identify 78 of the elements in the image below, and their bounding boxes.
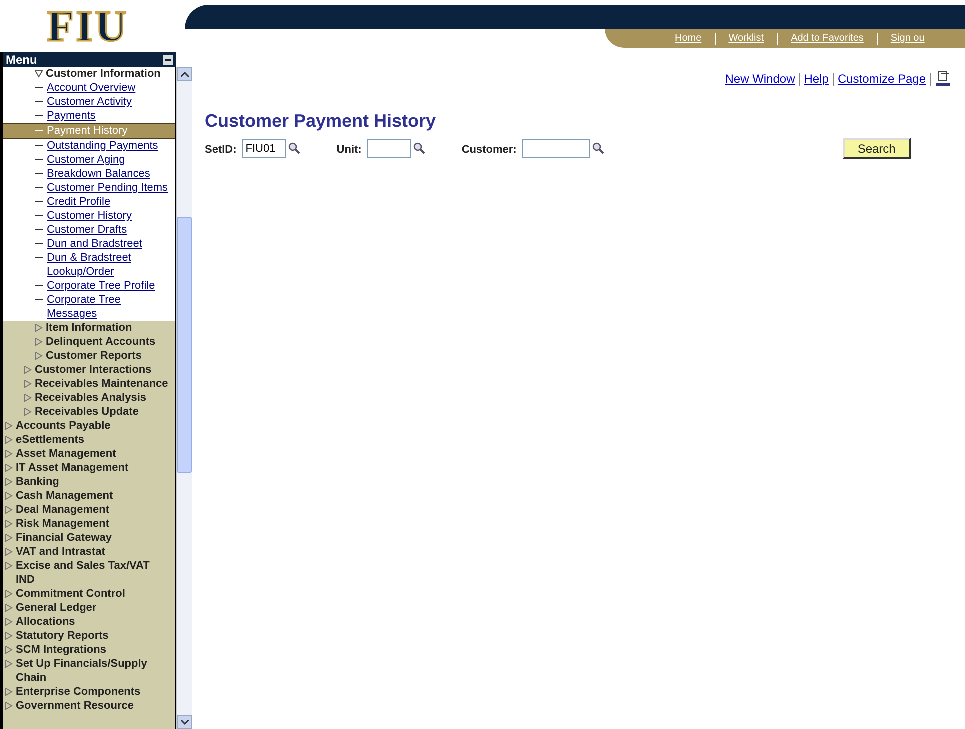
menu-folder[interactable]: Banking (16, 475, 60, 489)
dash-icon (35, 173, 43, 175)
search-icon[interactable] (592, 142, 605, 155)
scrollbar-thumb[interactable] (177, 216, 192, 472)
menu-folder[interactable]: Deal Management (16, 503, 110, 517)
search-button[interactable]: Search (842, 138, 911, 159)
menu-link[interactable]: Customer Activity (47, 95, 132, 109)
menu-link[interactable]: Customer Pending Items (47, 181, 168, 195)
menu-link[interactable]: Dun and Bradstreet (47, 237, 142, 251)
menu-folder[interactable]: Asset Management (16, 447, 116, 461)
collapse-icon[interactable] (163, 54, 173, 64)
logo: FIU (47, 5, 129, 49)
menu-folder[interactable]: General Ledger (16, 601, 97, 615)
menu-link[interactable]: Dun & Bradstreet Lookup/Order (47, 251, 169, 279)
dash-icon (35, 229, 43, 231)
http-link-icon[interactable] (935, 71, 951, 87)
menu-folder[interactable]: Statutory Reports (16, 629, 109, 643)
menu-folder[interactable]: Receivables Maintenance (35, 377, 168, 391)
menu-folder[interactable]: Customer Information (46, 67, 161, 81)
menu-folder[interactable]: IT Asset Management (16, 461, 129, 475)
menu-folder[interactable]: Cash Management (16, 489, 114, 503)
menu-title: Menu (6, 52, 38, 66)
menu-folder[interactable]: Item Information (46, 321, 132, 335)
menu-link[interactable]: Customer Aging (47, 153, 126, 167)
search-icon[interactable] (412, 142, 426, 155)
field-label: Unit: (336, 143, 362, 158)
menu-folder[interactable]: Risk Management (16, 517, 110, 531)
menu-link[interactable]: Customer Drafts (47, 223, 128, 237)
dash-icon (35, 215, 43, 217)
dash-icon (35, 243, 43, 245)
field-label: Customer: (462, 143, 517, 158)
menu-folder[interactable]: Excise and Sales Tax/VAT IND (16, 559, 171, 587)
dash-icon (35, 187, 43, 189)
text-field[interactable] (366, 139, 411, 158)
menu-folder[interactable]: eSettlements (16, 433, 84, 447)
menu-folder[interactable]: Delinquent Accounts (46, 335, 156, 349)
menu-folder[interactable]: Government Resource (16, 699, 134, 713)
menu-folder[interactable]: Accounts Payable (16, 419, 111, 433)
scroll-down-icon[interactable] (177, 715, 192, 729)
field-label: SetID: (205, 143, 237, 158)
text-field[interactable]: FIU01 (242, 139, 286, 158)
menu-link[interactable]: Breakdown Balances (47, 167, 150, 181)
page-link[interactable]: Help (804, 70, 829, 88)
scroll-up-icon[interactable] (177, 67, 192, 81)
menu-link[interactable]: Corporate Tree Profile (47, 279, 156, 293)
search-icon[interactable] (288, 142, 301, 155)
menu-link[interactable]: Outstanding Payments (47, 139, 158, 153)
page-link[interactable]: New Window (725, 70, 796, 88)
menu-folder[interactable]: Set Up Financials/Supply Chain (16, 657, 171, 685)
menu-folder[interactable]: Receivables Update (35, 405, 139, 419)
menu-folder[interactable]: VAT and Intrastat (16, 545, 106, 559)
menu-folder[interactable]: Customer Interactions (35, 363, 152, 377)
page-title: Customer Payment History (205, 110, 438, 132)
menu-folder[interactable]: Commitment Control (16, 587, 126, 601)
menu-folder[interactable]: Enterprise Components (16, 685, 141, 699)
menu-link[interactable]: Credit Profile (47, 195, 111, 209)
dash-icon (35, 87, 43, 89)
menu-folder[interactable]: Receivables Analysis (35, 391, 146, 405)
menu-link[interactable]: Customer History (47, 209, 132, 223)
menu-folder[interactable]: Customer Reports (46, 349, 142, 363)
dash-icon (35, 257, 43, 259)
menu-link[interactable]: Corporate Tree Messages (47, 293, 169, 321)
menu-link[interactable]: Account Overview (47, 81, 136, 95)
menu-folder[interactable]: SCM Integrations (16, 643, 106, 657)
text-field[interactable] (522, 139, 590, 158)
expanded-triangle-icon (35, 70, 43, 78)
menu-link[interactable]: Payments (47, 109, 96, 123)
page-link[interactable]: Customize Page (838, 70, 926, 88)
dash-icon (35, 101, 43, 103)
dash-icon (35, 159, 43, 161)
dash-icon (35, 130, 43, 132)
menu-folder[interactable]: Financial Gateway (16, 531, 112, 545)
dash-icon (35, 201, 43, 203)
dash-icon (35, 145, 43, 147)
dash-icon (35, 285, 43, 287)
menu-folder[interactable]: Allocations (16, 615, 76, 629)
dash-icon (35, 115, 43, 117)
dash-icon (35, 299, 43, 301)
